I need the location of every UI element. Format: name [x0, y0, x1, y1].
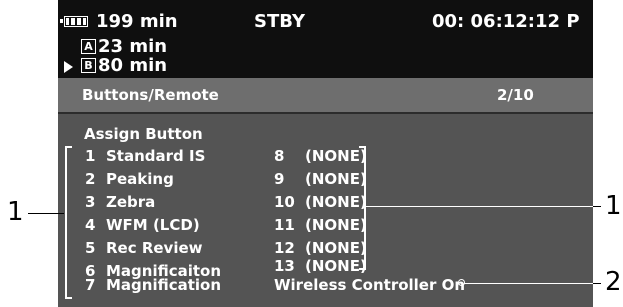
slot-b-time: 80 min	[98, 55, 168, 76]
callout-right-top-line	[593, 206, 601, 207]
battery-icon	[60, 16, 88, 27]
assign-item-num[interactable]: 9	[274, 170, 284, 188]
assign-item-label[interactable]: Magnification	[106, 276, 221, 294]
assign-item-num[interactable]: 1	[85, 147, 95, 165]
status-bar: 199 min A 23 min B 80 min STBY 00: 06:12…	[58, 0, 593, 78]
assign-item-num[interactable]: 12	[274, 239, 295, 257]
menu-title: Buttons/Remote	[82, 86, 219, 104]
assign-item-value[interactable]: (NONE)	[305, 239, 367, 257]
assign-item-num[interactable]: 13	[274, 257, 295, 275]
right-bracket	[359, 146, 366, 270]
callout-right-bottom-line-inner	[464, 283, 593, 284]
callout-right-top: 1	[605, 191, 622, 221]
wireless-controller-setting[interactable]: Wireless Controller On	[274, 276, 465, 294]
assign-item-num[interactable]: 7	[85, 276, 95, 294]
left-bracket	[65, 146, 72, 299]
mode-indicator: STBY	[254, 11, 306, 32]
assign-item-num[interactable]: 4	[85, 216, 95, 234]
callout-right-bottom: 2	[605, 267, 622, 297]
callout-left: 1	[7, 197, 24, 227]
callout-right-bottom-line	[593, 283, 601, 284]
assign-item-value[interactable]: (NONE)	[305, 216, 367, 234]
camera-screen: 199 min A 23 min B 80 min STBY 00: 06:12…	[58, 0, 593, 307]
assign-item-num[interactable]: 11	[274, 216, 295, 234]
battery-time: 199 min	[96, 11, 178, 32]
assign-item-label[interactable]: Zebra	[106, 193, 155, 211]
assign-item-num[interactable]: 2	[85, 170, 95, 188]
assign-item-value[interactable]: (NONE)	[305, 170, 367, 188]
timecode: 00: 06:12:12 P	[432, 11, 580, 32]
assign-item-num[interactable]: 10	[274, 193, 295, 211]
assign-item-value[interactable]: (NONE)	[305, 193, 367, 211]
assign-item-num[interactable]: 3	[85, 193, 95, 211]
assign-item-label[interactable]: WFM (LCD)	[106, 216, 200, 234]
assign-item-num[interactable]: 8	[274, 147, 284, 165]
assign-item-num[interactable]: 5	[85, 239, 95, 257]
divider	[58, 112, 593, 114]
slot-b-icon: B	[81, 58, 96, 73]
slot-a-time: 23 min	[98, 36, 168, 57]
callout-right-top-line-inner	[366, 206, 600, 207]
assign-item-value[interactable]: (NONE)	[305, 257, 367, 275]
selector-arrow-icon	[64, 61, 73, 73]
callout-left-line	[28, 213, 64, 214]
section-heading: Assign Button	[84, 125, 203, 143]
assign-item-label[interactable]: Peaking	[106, 170, 174, 188]
slot-a-icon: A	[81, 39, 96, 54]
menu-title-bar: Buttons/Remote 2/10	[58, 78, 593, 112]
assign-item-label[interactable]: Standard IS	[106, 147, 205, 165]
assign-item-label[interactable]: Rec Review	[106, 239, 203, 257]
assign-item-value[interactable]: (NONE)	[305, 147, 367, 165]
page-indicator: 2/10	[497, 86, 534, 104]
